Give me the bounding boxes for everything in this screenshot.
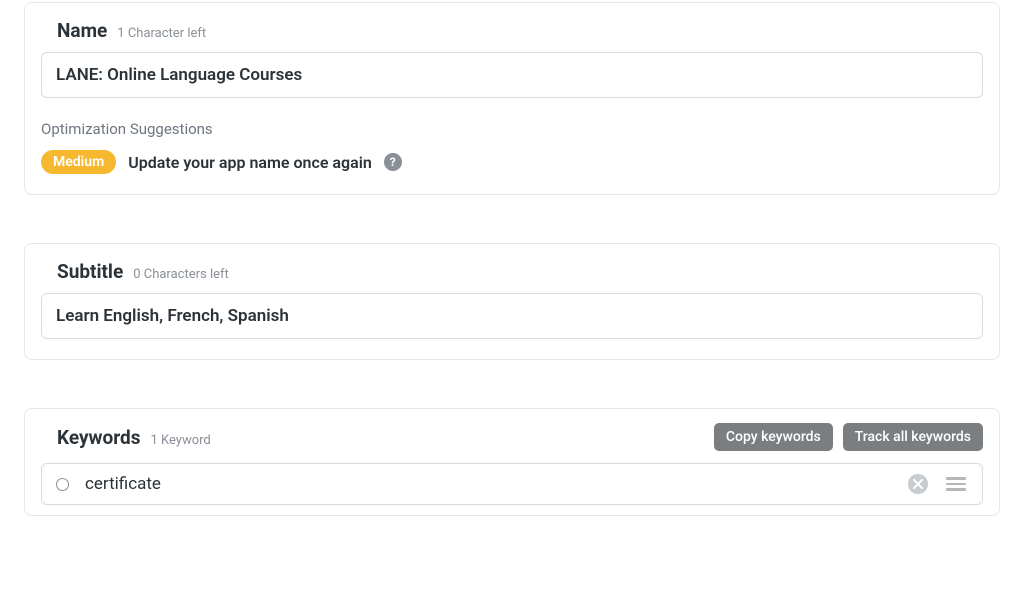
keyword-text: certificate: [85, 474, 892, 494]
subtitle-title: Subtitle: [57, 260, 123, 283]
subtitle-input[interactable]: [41, 293, 983, 339]
drag-handle-icon[interactable]: [944, 475, 968, 493]
subtitle-char-hint: 0 Characters left: [133, 267, 229, 282]
name-card: Name 1 Character left Optimization Sugge…: [24, 2, 1000, 195]
keywords-count-hint: 1 Keyword: [150, 433, 210, 448]
keywords-title-group: Keywords 1 Keyword: [57, 426, 211, 449]
subtitle-header: Subtitle 0 Characters left: [41, 258, 983, 283]
keywords-header: Keywords 1 Keyword Copy keywords Track a…: [41, 423, 983, 451]
name-char-hint: 1 Character left: [117, 26, 206, 41]
keyword-radio[interactable]: [56, 478, 69, 491]
optimization-suggestions-label: Optimization Suggestions: [41, 120, 983, 138]
remove-keyword-icon[interactable]: [908, 474, 928, 494]
keywords-actions: Copy keywords Track all keywords: [714, 423, 983, 451]
keywords-card: Keywords 1 Keyword Copy keywords Track a…: [24, 408, 1000, 516]
suggestion-row: Medium Update your app name once again ?: [41, 150, 983, 174]
track-all-keywords-button[interactable]: Track all keywords: [843, 423, 983, 451]
name-input[interactable]: [41, 52, 983, 98]
copy-keywords-button[interactable]: Copy keywords: [714, 423, 833, 451]
suggestion-text: Update your app name once again: [128, 153, 372, 172]
subtitle-card: Subtitle 0 Characters left: [24, 243, 1000, 360]
name-title: Name: [57, 19, 107, 42]
keywords-title: Keywords: [57, 426, 140, 449]
priority-badge-medium: Medium: [41, 150, 116, 174]
name-header: Name 1 Character left: [41, 17, 983, 42]
keyword-row: certificate: [41, 463, 983, 505]
help-icon[interactable]: ?: [384, 153, 402, 171]
